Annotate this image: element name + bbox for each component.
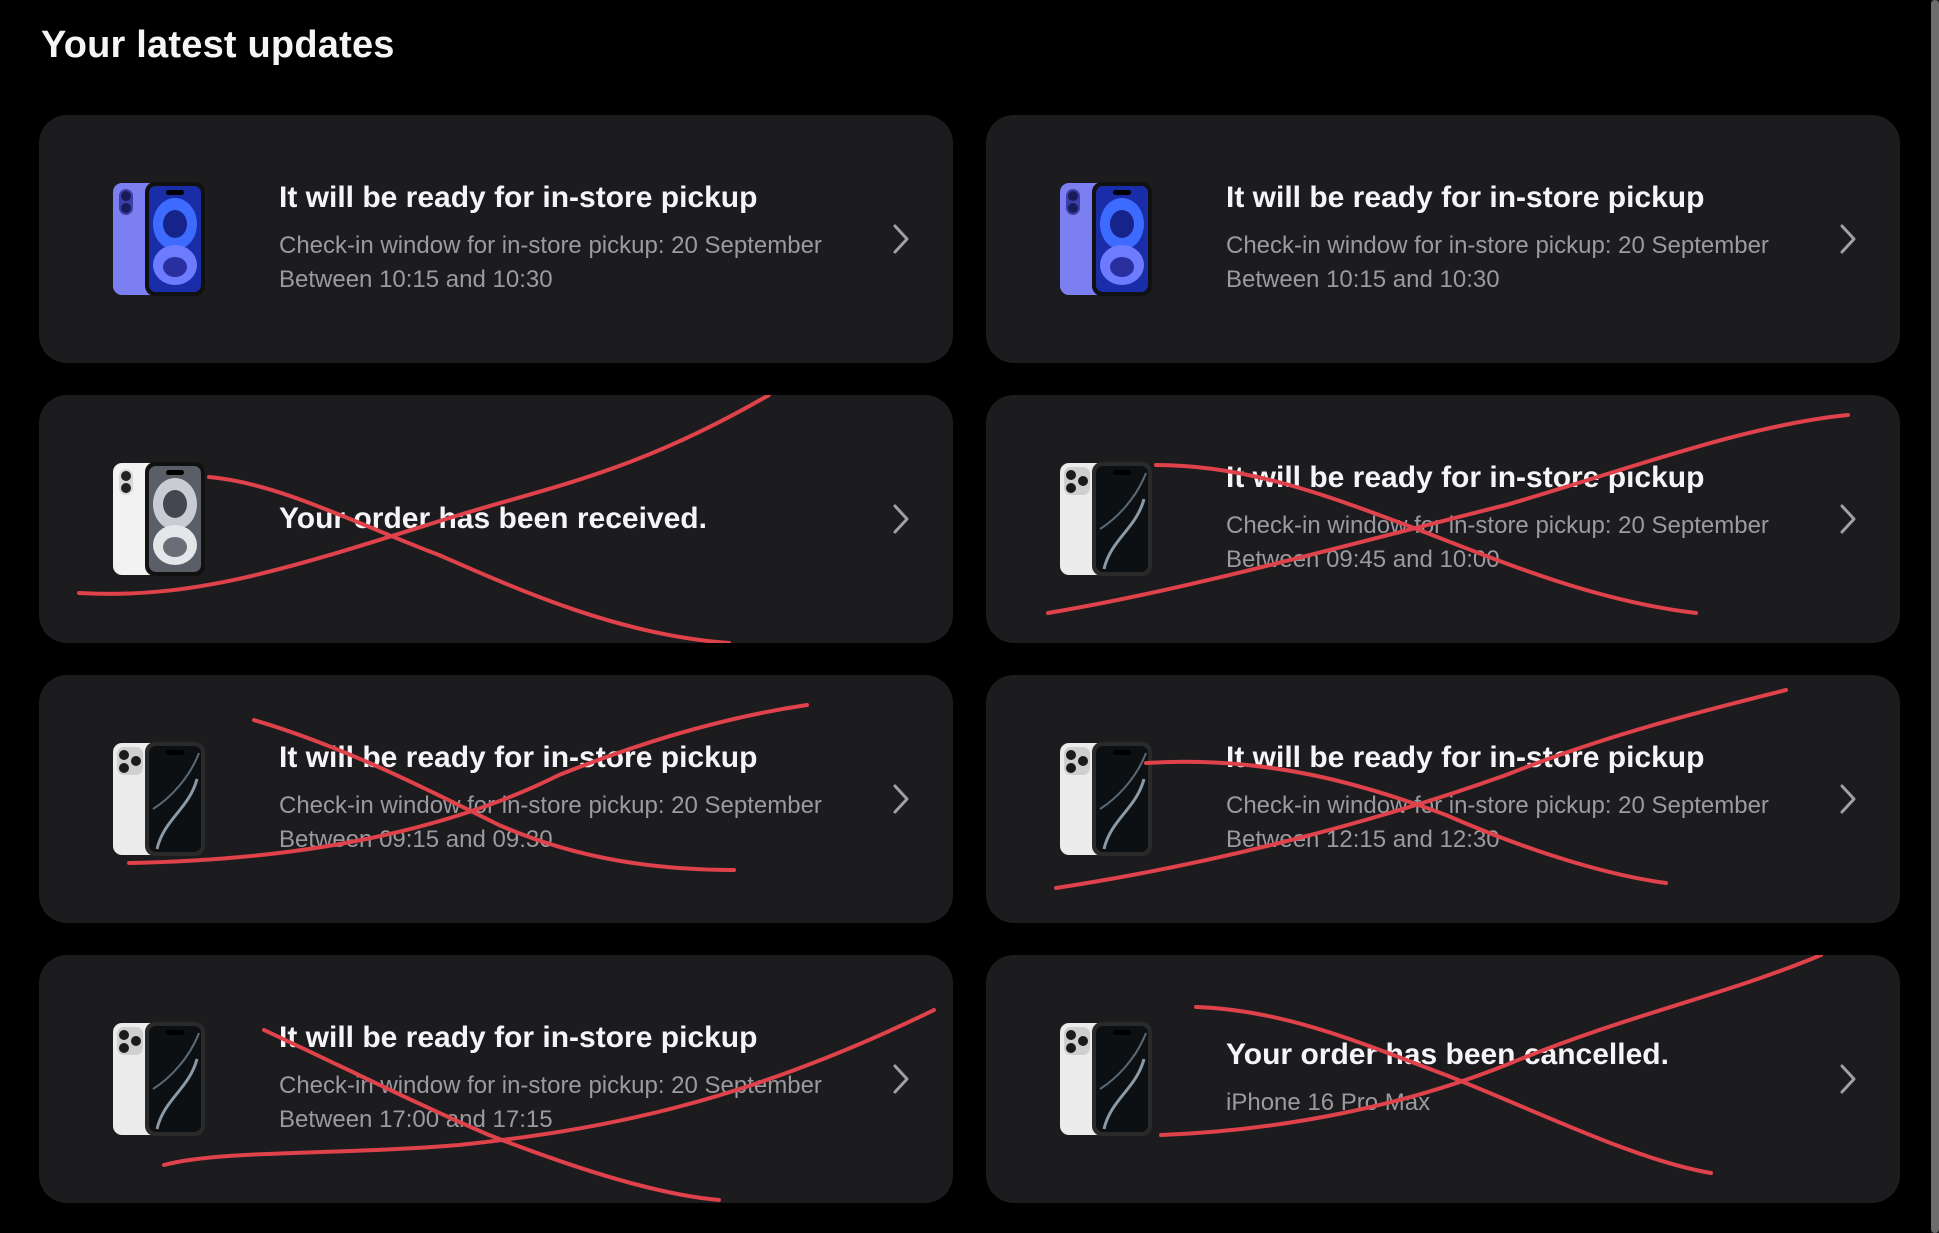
card-detail: Check-in window for in-store pickup: 20 … [1226,232,1769,259]
update-card[interactable]: Your order has been cancelled. iPhone 16… [986,955,1900,1203]
update-card[interactable]: It will be ready for in-store pickup Che… [986,675,1900,923]
card-text: It will be ready for in-store pickup Che… [1226,741,1826,857]
card-title: It will be ready for in-store pickup [1226,461,1705,494]
card-text: It will be ready for in-store pickup Che… [279,741,879,857]
iphone-16-white-icon [109,459,209,579]
card-text: Your order has been cancelled. iPhone 16… [1226,1038,1826,1120]
iphone-16-pro-titanium-icon [109,1019,209,1139]
scrollbar-track[interactable] [1931,0,1939,1233]
card-time-window: Between 10:15 and 10:30 [1226,266,1500,293]
card-text: It will be ready for in-store pickup Che… [279,181,879,297]
card-time-window: Between 09:45 and 10:00 [1226,546,1500,573]
card-text: It will be ready for in-store pickup Che… [279,1021,879,1137]
update-card[interactable]: Your order has been received. [39,395,953,643]
card-time-window: Between 10:15 and 10:30 [279,266,553,293]
iphone-16-ultramarine-icon [109,179,209,299]
card-detail: Check-in window for in-store pickup: 20 … [1226,512,1769,539]
card-product-name: iPhone 16 Pro Max [1226,1089,1431,1116]
card-title: It will be ready for in-store pickup [279,741,758,774]
chevron-right-icon[interactable] [1838,783,1858,815]
update-card[interactable]: It will be ready for in-store pickup Che… [39,115,953,363]
iphone-16-pro-titanium-icon [1056,1019,1156,1139]
card-title: Your order has been cancelled. [1226,1038,1669,1071]
card-title: It will be ready for in-store pickup [279,1021,758,1054]
card-text: It will be ready for in-store pickup Che… [1226,461,1826,577]
scrollbar-thumb[interactable] [1931,0,1939,1233]
card-detail: Check-in window for in-store pickup: 20 … [279,1072,822,1099]
card-text: It will be ready for in-store pickup Che… [1226,181,1826,297]
iphone-16-pro-titanium-icon [1056,739,1156,859]
update-card[interactable]: It will be ready for in-store pickup Che… [39,955,953,1203]
card-detail: Check-in window for in-store pickup: 20 … [279,792,822,819]
card-title: Your order has been received. [279,502,707,535]
iphone-16-pro-titanium-icon [109,739,209,859]
card-time-window: Between 09:15 and 09:30 [279,826,553,853]
updates-grid: It will be ready for in-store pickup Che… [39,115,1900,1203]
chevron-right-icon[interactable] [891,783,911,815]
update-card[interactable]: It will be ready for in-store pickup Che… [986,395,1900,643]
card-time-window: Between 17:00 and 17:15 [279,1106,553,1133]
card-title: It will be ready for in-store pickup [279,181,758,214]
card-title: It will be ready for in-store pickup [1226,741,1705,774]
chevron-right-icon[interactable] [1838,223,1858,255]
update-card[interactable]: It will be ready for in-store pickup Che… [986,115,1900,363]
page-title: Your latest updates [41,24,395,66]
chevron-right-icon[interactable] [1838,1063,1858,1095]
card-text: Your order has been received. [279,502,879,536]
chevron-right-icon[interactable] [1838,503,1858,535]
card-time-window: Between 12:15 and 12:30 [1226,826,1500,853]
iphone-16-ultramarine-icon [1056,179,1156,299]
chevron-right-icon[interactable] [891,1063,911,1095]
chevron-right-icon[interactable] [891,223,911,255]
card-title: It will be ready for in-store pickup [1226,181,1705,214]
chevron-right-icon[interactable] [891,503,911,535]
card-detail: Check-in window for in-store pickup: 20 … [1226,792,1769,819]
iphone-16-pro-titanium-icon [1056,459,1156,579]
update-card[interactable]: It will be ready for in-store pickup Che… [39,675,953,923]
card-detail: Check-in window for in-store pickup: 20 … [279,232,822,259]
